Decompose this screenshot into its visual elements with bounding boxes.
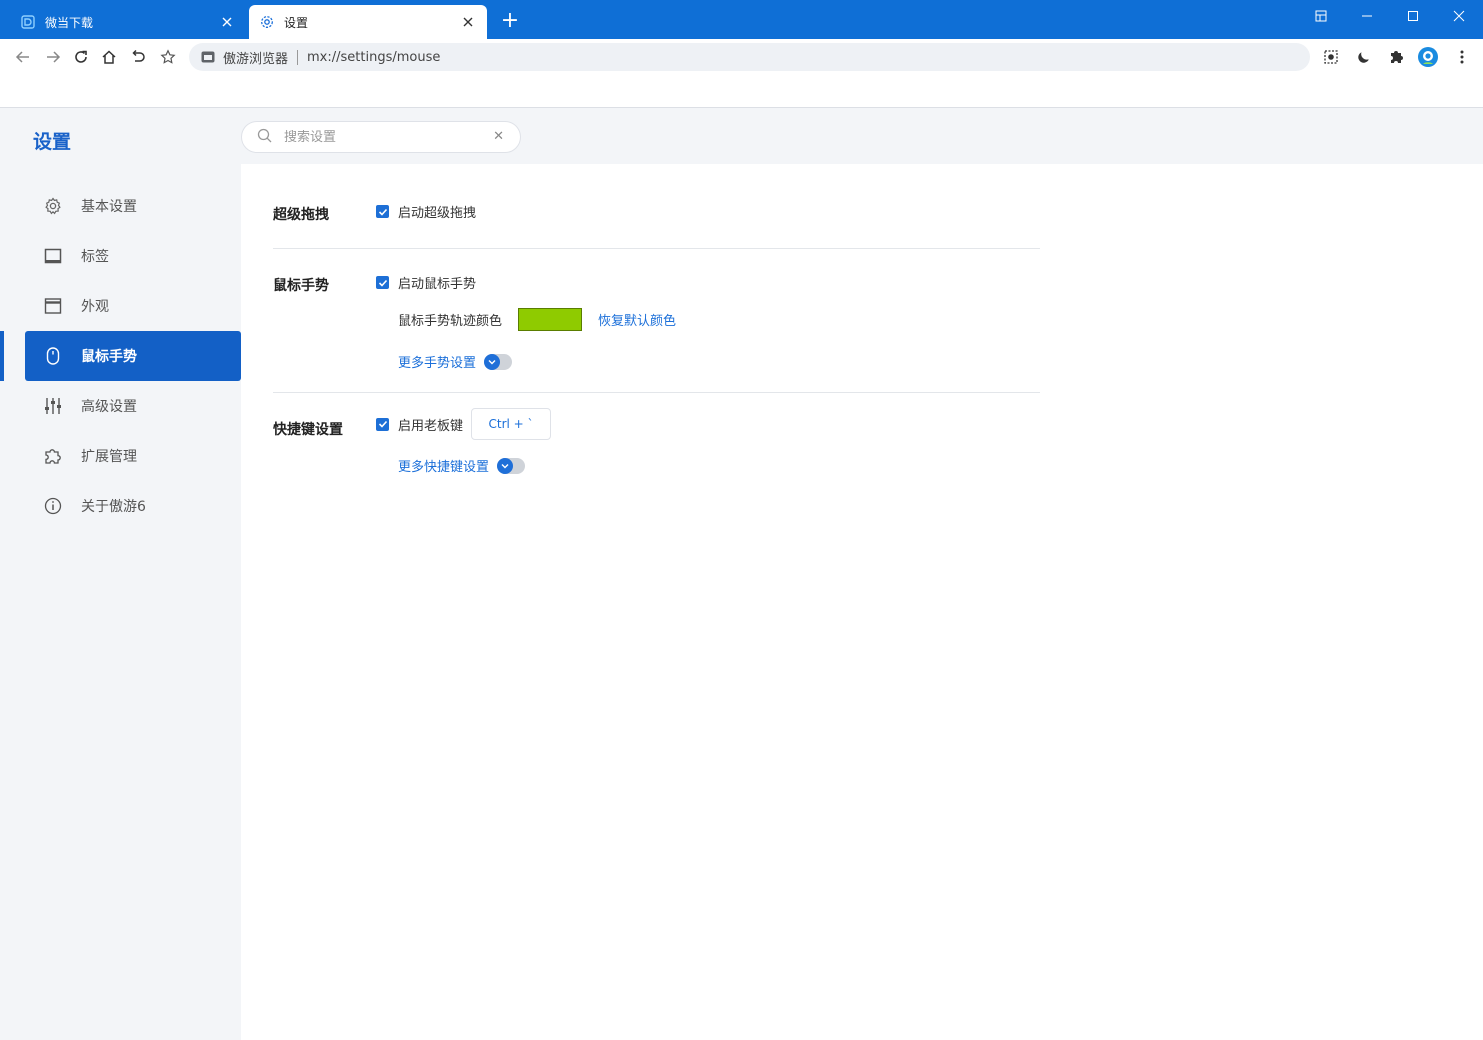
chevron-down-icon (497, 457, 514, 474)
sidebar-item-appearance[interactable]: 外观 (25, 281, 241, 331)
active-indicator (0, 331, 4, 381)
tab-title: 设置 (284, 15, 309, 30)
puzzle-icon (43, 446, 63, 466)
close-tab-icon[interactable] (459, 13, 477, 31)
site-name: 傲游浏览器 (223, 51, 289, 67)
clear-search-icon[interactable]: ✕ (493, 129, 504, 144)
address-bar[interactable]: 傲游浏览器 mx://settings/mouse (189, 43, 1310, 71)
night-mode-icon[interactable] (1353, 46, 1375, 68)
star-icon[interactable] (155, 45, 181, 69)
sidebar-item-label: 关于傲游6 (81, 499, 146, 515)
more-shortcut-row: 更多快捷键设置 (398, 456, 526, 475)
sidebar-item-label: 基本设置 (81, 199, 137, 215)
search-icon (257, 128, 272, 147)
tab-icon (43, 246, 63, 266)
more-gesture-toggle[interactable] (484, 353, 513, 370)
section-title-shortcut: 快捷键设置 (273, 422, 343, 438)
gear-icon (43, 196, 63, 216)
sidebar-item-about[interactable]: 关于傲游6 (25, 481, 241, 531)
sidebar-item-label: 高级设置 (81, 399, 137, 415)
bookmark-bar (0, 75, 1483, 108)
trail-color-label: 鼠标手势轨迹颜色 (398, 314, 503, 329)
sidebar-item-label: 标签 (81, 249, 109, 265)
sidebar-item-tabs[interactable]: 标签 (25, 231, 241, 281)
more-gesture-row: 更多手势设置 (398, 352, 513, 371)
mouse-gesture-row: 启动鼠标手势 (376, 273, 476, 292)
sidebar-item-mouse-gesture[interactable]: 鼠标手势 (25, 331, 241, 381)
super-drag-checkbox[interactable] (376, 205, 389, 218)
new-tab-button[interactable]: + (498, 10, 522, 34)
tab-settings[interactable]: 设置 (249, 5, 487, 39)
more-gesture-settings-link[interactable]: 更多手势设置 (398, 352, 476, 371)
close-tab-icon[interactable] (218, 13, 236, 31)
home-icon[interactable] (96, 45, 122, 69)
tab-weidown[interactable]: 微当下载 (10, 5, 246, 39)
sidebar-item-label: 扩展管理 (81, 449, 137, 465)
close-icon[interactable] (1436, 0, 1482, 32)
trail-color-swatch[interactable] (518, 308, 583, 331)
appearance-icon (43, 296, 63, 316)
site-info-icon[interactable] (201, 50, 215, 64)
pin-icon[interactable] (1298, 0, 1344, 32)
sidebar-item-label: 外观 (81, 299, 109, 315)
toolbar: 傲游浏览器 mx://settings/mouse (0, 39, 1483, 75)
divider (273, 248, 1040, 249)
url-text[interactable]: mx://settings/mouse (307, 50, 440, 65)
settings-content: 超级拖拽 启动超级拖拽 鼠标手势 启动鼠标手势 鼠标手势轨迹颜色 恢复默认颜色 … (241, 164, 1483, 1040)
more-shortcut-settings-link[interactable]: 更多快捷键设置 (398, 456, 489, 475)
boss-key-input[interactable]: Ctrl + ` (471, 408, 552, 440)
minimize-icon[interactable] (1344, 0, 1390, 32)
separator (297, 49, 299, 65)
extensions-icon[interactable] (1385, 46, 1407, 68)
search-box: ✕ (241, 121, 521, 153)
super-drag-label: 启动超级拖拽 (398, 206, 477, 221)
undo-close-icon[interactable] (125, 45, 151, 69)
tab-title: 微当下载 (45, 15, 94, 30)
mouse-icon (43, 346, 63, 366)
search-input[interactable] (284, 129, 484, 145)
divider (273, 392, 1040, 393)
boss-key-row: 启用老板键 Ctrl + ` (376, 408, 552, 440)
more-shortcut-toggle[interactable] (497, 457, 526, 474)
gear-icon (259, 14, 275, 30)
sliders-icon (43, 396, 63, 416)
reload-icon[interactable] (68, 45, 94, 69)
settings-sidebar: 设置 基本设置 标签 外观 鼠标手势 高级设置 扩展管理 关于傲游6 (0, 109, 241, 1040)
weidown-logo-icon (20, 14, 36, 30)
menu-icon[interactable] (1451, 46, 1473, 68)
mouse-gesture-label: 启动鼠标手势 (398, 277, 477, 292)
restore-default-color-link[interactable]: 恢复默认颜色 (598, 310, 676, 329)
mouse-gesture-checkbox[interactable] (376, 276, 389, 289)
title-bar: 微当下载 设置 + (0, 0, 1483, 39)
section-title-mouse-gesture: 鼠标手势 (273, 278, 329, 294)
sidebar-title: 设置 (33, 131, 72, 153)
sidebar-item-label: 鼠标手势 (81, 349, 137, 365)
trail-color-row: 鼠标手势轨迹颜色 恢复默认颜色 (398, 308, 676, 331)
section-title-super-drag: 超级拖拽 (273, 207, 329, 223)
boss-key-label: 启用老板键 (398, 418, 464, 434)
info-icon (43, 496, 63, 516)
sidebar-item-advanced[interactable]: 高级设置 (25, 381, 241, 431)
super-drag-row: 启动超级拖拽 (376, 202, 476, 221)
boss-key-checkbox[interactable] (376, 417, 389, 431)
screenshot-icon[interactable] (1320, 46, 1342, 68)
back-icon[interactable] (10, 45, 36, 69)
forward-icon[interactable] (40, 45, 66, 69)
sidebar-item-extensions[interactable]: 扩展管理 (25, 431, 241, 481)
sidebar-item-basic[interactable]: 基本设置 (25, 181, 241, 231)
chevron-down-icon (484, 353, 501, 370)
avatar[interactable] (1417, 46, 1439, 68)
maximize-icon[interactable] (1390, 0, 1436, 32)
